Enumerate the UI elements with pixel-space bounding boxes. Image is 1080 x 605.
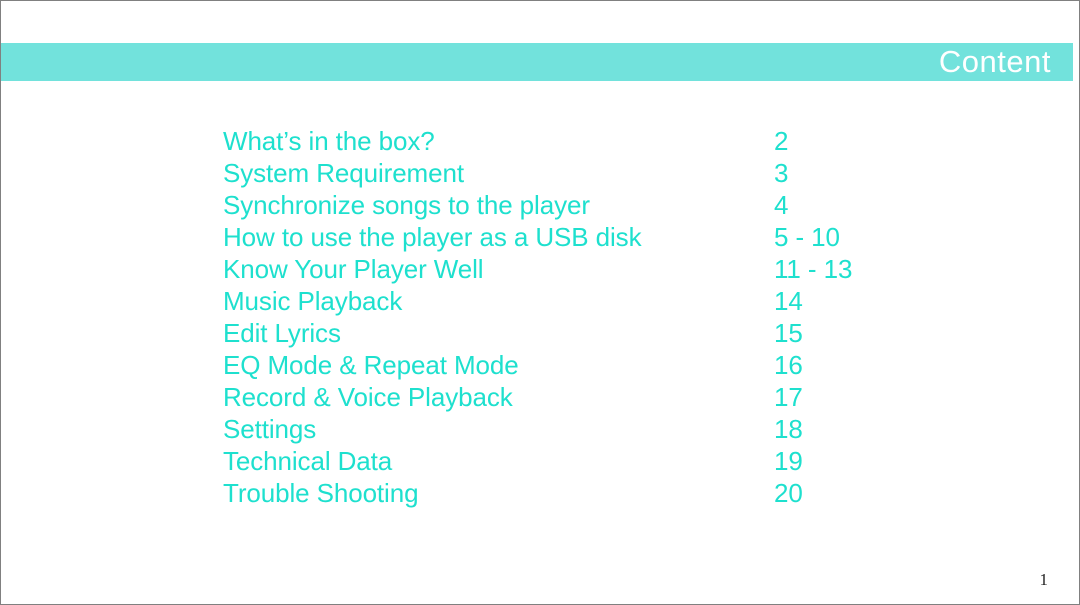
toc-entry[interactable]: Settings 18 <box>223 413 1003 445</box>
toc-entry-page: 5 - 10 <box>774 222 840 252</box>
toc-entry-title: How to use the player as a USB disk <box>223 222 642 252</box>
toc-entry-page: 20 <box>774 478 803 508</box>
toc-entry-title: Synchronize songs to the player <box>223 190 590 220</box>
toc-entry-title: What’s in the box? <box>223 126 435 156</box>
toc-entry[interactable]: Synchronize songs to the player 4 <box>223 189 1003 221</box>
toc-entry-page: 3 <box>774 158 789 188</box>
toc-entry-page: 17 <box>774 382 803 412</box>
toc-entry[interactable]: Record & Voice Playback 17 <box>223 381 1003 413</box>
toc-entry[interactable]: Trouble Shooting 20 <box>223 477 1003 509</box>
toc-entry-page: 18 <box>774 414 803 444</box>
page-title: Content <box>938 43 1051 79</box>
toc-entry[interactable]: Know Your Player Well 11 - 13 <box>223 253 1003 285</box>
toc-entry-page: 15 <box>774 318 803 348</box>
table-of-contents: What’s in the box? 2 System Requirement … <box>223 125 1003 509</box>
toc-entry[interactable]: Music Playback 14 <box>223 285 1003 317</box>
toc-entry-title: Music Playback <box>223 286 403 316</box>
toc-entry-title: Technical Data <box>223 446 393 476</box>
toc-entry-title: Trouble Shooting <box>223 478 419 508</box>
toc-entry[interactable]: System Requirement 3 <box>223 157 1003 189</box>
toc-entry-title: Settings <box>223 414 317 444</box>
toc-entry[interactable]: EQ Mode & Repeat Mode 16 <box>223 349 1003 381</box>
toc-entry-page: 19 <box>774 446 803 476</box>
toc-entry-title: System Requirement <box>223 158 464 188</box>
toc-entry[interactable]: How to use the player as a USB disk 5 - … <box>223 221 1003 253</box>
content-header-band: Content <box>1 43 1073 81</box>
page-folio-number: 1 <box>1039 570 1049 589</box>
toc-entry-page: 16 <box>774 350 803 380</box>
toc-entry-title: Record & Voice Playback <box>223 382 513 412</box>
toc-entry-title: Edit Lyrics <box>223 318 341 348</box>
toc-entry-page: 2 <box>774 126 789 156</box>
document-page: Content What’s in the box? 2 System Requ… <box>0 0 1080 605</box>
toc-entry-page: 14 <box>774 286 803 316</box>
toc-entry-page: 11 - 13 <box>774 254 853 284</box>
toc-entry[interactable]: Edit Lyrics 15 <box>223 317 1003 349</box>
toc-entry[interactable]: Technical Data 19 <box>223 445 1003 477</box>
toc-entry-title: Know Your Player Well <box>223 254 484 284</box>
toc-entry-page: 4 <box>774 190 789 220</box>
toc-entry-title: EQ Mode & Repeat Mode <box>223 350 519 380</box>
toc-entry[interactable]: What’s in the box? 2 <box>223 125 1003 157</box>
